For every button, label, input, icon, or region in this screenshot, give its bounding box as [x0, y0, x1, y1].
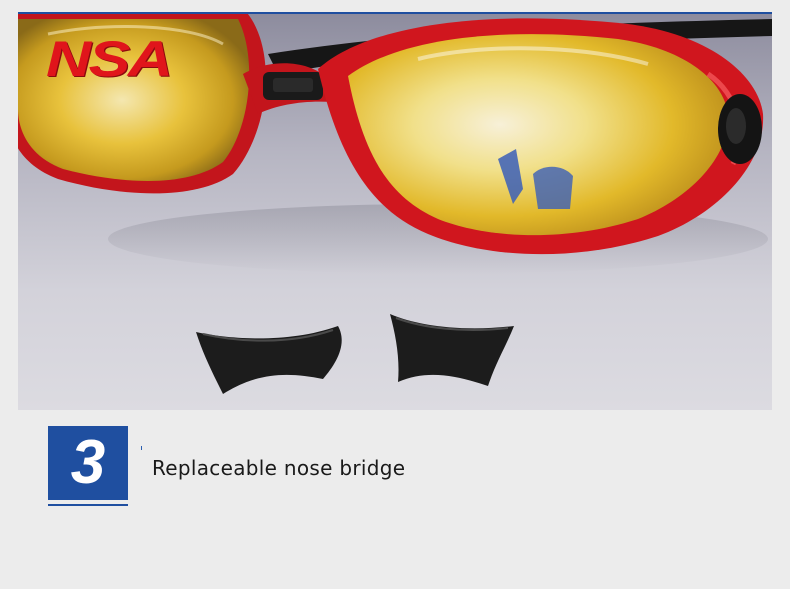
badge-underline: [48, 504, 128, 506]
product-photo: NSA: [18, 14, 772, 410]
feature-caption: Replaceable nose bridge: [152, 456, 406, 480]
nsa-logo: NSA: [46, 31, 173, 87]
step-number-badge: 3: [48, 426, 128, 500]
step-number: 3: [70, 428, 106, 497]
caption-marker: [141, 446, 142, 450]
